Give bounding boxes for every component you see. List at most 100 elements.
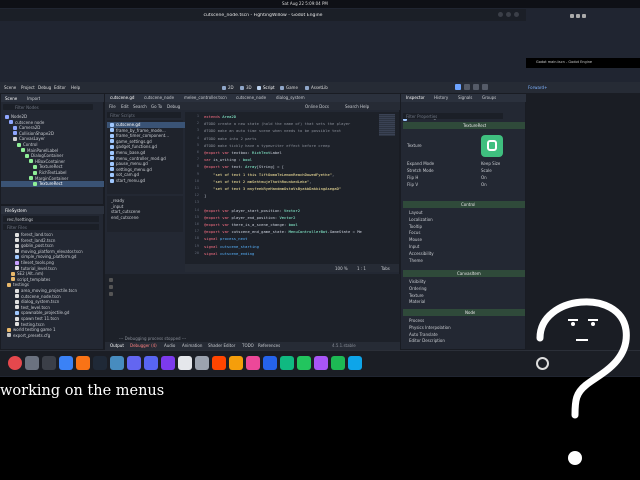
close-button[interactable] bbox=[514, 12, 519, 17]
clear-icon[interactable] bbox=[109, 278, 113, 282]
workspace-script[interactable]: Script bbox=[257, 85, 275, 90]
workspace-3d[interactable]: 3D bbox=[240, 85, 252, 90]
game-icon[interactable] bbox=[297, 356, 311, 370]
code-line[interactable]: @export var player_end_position: Vector2 bbox=[204, 215, 295, 220]
photo-icon[interactable] bbox=[59, 356, 73, 370]
inspector-section[interactable]: Tooltip bbox=[403, 224, 531, 230]
script-tab[interactable]: melee_controller.tscn bbox=[181, 94, 230, 102]
expand-mode-select[interactable]: Keep Size bbox=[481, 161, 500, 166]
files-icon[interactable] bbox=[25, 356, 39, 370]
code-line[interactable]: @export var player_start_position: Vecto… bbox=[204, 208, 300, 213]
code-area[interactable]: 1 extends Area2D 2 #TODO create a new state… bbox=[185, 112, 377, 264]
settings-icon[interactable] bbox=[195, 356, 209, 370]
script-menu-debug[interactable]: Debug bbox=[167, 104, 180, 109]
section-canvas-item[interactable]: CanvasItem bbox=[403, 270, 525, 277]
inspector-section[interactable]: Editor Description bbox=[403, 338, 531, 344]
tab-references[interactable]: References bbox=[255, 342, 283, 350]
code-line[interactable]: "set of text 2 mmSehtmujeThothRounkedLek… bbox=[204, 179, 311, 184]
code-line[interactable]: @export var there_is_a_scene_change: boo… bbox=[204, 222, 298, 227]
copy-icon[interactable] bbox=[109, 285, 113, 289]
inspector-section[interactable]: Input bbox=[403, 244, 531, 250]
script-list-item[interactable]: start_menu.gd bbox=[107, 178, 186, 184]
vivaldi-icon[interactable] bbox=[8, 356, 22, 370]
online-docs-button[interactable]: Online Docs bbox=[305, 104, 329, 109]
tab-signals[interactable]: Signals bbox=[455, 94, 475, 102]
section-texture-rect[interactable]: TextureRect bbox=[403, 122, 525, 129]
inspector-section[interactable]: Localization bbox=[403, 217, 531, 223]
tab-audio[interactable]: Audio bbox=[161, 342, 178, 350]
inspector-section[interactable]: Physics Interpolation bbox=[403, 325, 531, 331]
renderer-select[interactable]: Forward+ bbox=[528, 85, 547, 90]
clock[interactable]: Sat Aug 22 5:09:04 PM bbox=[282, 1, 328, 6]
code-line[interactable]: #TODO create a new state (hold the name … bbox=[204, 121, 350, 126]
code-line[interactable]: signal cutscene_starting bbox=[204, 244, 259, 249]
method-item[interactable]: end_cutscene bbox=[107, 215, 187, 221]
stop-button[interactable] bbox=[473, 84, 479, 90]
code-line[interactable]: var is_writing : bool bbox=[204, 157, 252, 162]
tab-inspector[interactable]: Inspector bbox=[403, 94, 428, 102]
code-line[interactable]: #TODO make tickly have a typewriter effe… bbox=[204, 143, 330, 148]
code-line[interactable]: extends Area2D bbox=[204, 114, 236, 119]
script-tab[interactable]: dialog_system bbox=[273, 94, 308, 102]
code-line[interactable]: #TODO make into 2 parts bbox=[204, 136, 257, 141]
scene-filter-input[interactable]: Filter Nodes bbox=[3, 104, 93, 110]
inspector-filter-input[interactable]: Filter Properties bbox=[403, 113, 503, 119]
obs-icon[interactable] bbox=[161, 356, 175, 370]
search-help-button[interactable]: Search Help bbox=[345, 104, 369, 109]
godot-icon[interactable] bbox=[110, 356, 124, 370]
tray-icons[interactable] bbox=[570, 2, 630, 18]
code-line[interactable]: signal cutscene_ending bbox=[204, 251, 254, 256]
code-line[interactable]: #TODO make an auto time scene when needs… bbox=[204, 128, 341, 133]
menu-debug[interactable]: Debug bbox=[38, 85, 51, 90]
flip-v-checkbox[interactable]: On bbox=[481, 182, 487, 187]
inspector-section[interactable]: Ordering bbox=[403, 286, 531, 292]
filesystem-filter-input[interactable]: Filter Files bbox=[3, 224, 99, 230]
tab-animation[interactable]: Animation bbox=[179, 342, 205, 350]
minimize-button[interactable] bbox=[498, 12, 503, 17]
script-tab-active[interactable]: cutscene.gd bbox=[107, 94, 137, 102]
external-window-title[interactable]: Godot main.tscn - Godot Engine bbox=[536, 60, 592, 65]
script-menu-search[interactable]: Search bbox=[133, 104, 147, 109]
inspector-section[interactable]: Focus bbox=[403, 230, 531, 236]
inspector-section[interactable]: Mouse bbox=[403, 237, 531, 243]
menu-scene[interactable]: Scene bbox=[4, 85, 16, 90]
script-tab[interactable]: cutscene_node bbox=[141, 94, 177, 102]
script-menu-file[interactable]: File bbox=[109, 104, 116, 109]
inspector-section[interactable]: Accessibility bbox=[403, 251, 531, 257]
workspace-assetlib[interactable]: AssetLib bbox=[305, 85, 328, 90]
code-line[interactable]: @export var cutscene_end_game_state: Men… bbox=[204, 229, 362, 234]
pause-button[interactable] bbox=[464, 84, 470, 90]
play-button[interactable] bbox=[455, 84, 461, 90]
code-line[interactable]: signal process_next bbox=[204, 236, 247, 241]
blender-icon[interactable] bbox=[229, 356, 243, 370]
code-line[interactable]: @export var text: Array[String] = [ bbox=[204, 164, 284, 169]
firefox-icon[interactable] bbox=[76, 356, 90, 370]
file-item[interactable]: export_presets.cfg bbox=[1, 333, 111, 339]
inspector-section[interactable]: Material bbox=[403, 299, 531, 305]
filter-icon[interactable] bbox=[109, 292, 113, 296]
script-menu-goto[interactable]: Go To bbox=[151, 104, 162, 109]
discord-icon[interactable] bbox=[144, 356, 158, 370]
code-line[interactable]: "set of text 3 mnyfeekRyeHandmmOstaVsBya… bbox=[204, 186, 341, 191]
inspector-section[interactable]: Process bbox=[403, 318, 531, 324]
chat-icon[interactable] bbox=[314, 356, 328, 370]
script-tab[interactable]: cutscene_node bbox=[233, 94, 269, 102]
mail-icon[interactable] bbox=[178, 356, 192, 370]
flip-h-checkbox[interactable]: On bbox=[481, 175, 487, 180]
godot-icon[interactable] bbox=[481, 135, 503, 157]
code-minimap[interactable] bbox=[377, 112, 399, 264]
indent-mode[interactable]: Tabs bbox=[381, 266, 390, 271]
tab-groups[interactable]: Groups bbox=[479, 94, 499, 102]
inspector-section[interactable]: Texture bbox=[403, 293, 531, 299]
script-filter-input[interactable]: Filter Scripts bbox=[107, 112, 181, 118]
store-icon[interactable] bbox=[280, 356, 294, 370]
spotify-icon[interactable] bbox=[331, 356, 345, 370]
inspector-section[interactable]: Auto Translate bbox=[403, 332, 531, 338]
zoom-level[interactable]: 100 % bbox=[335, 266, 348, 271]
filesystem-path-input[interactable]: res://settings bbox=[3, 216, 99, 222]
menu-help[interactable]: Help bbox=[71, 85, 80, 90]
workspace-game[interactable]: Game bbox=[280, 85, 298, 90]
steam-icon[interactable] bbox=[93, 356, 107, 370]
code-line[interactable]: @export var textbox: RichTextLabel bbox=[204, 150, 282, 155]
workspace-2d[interactable]: 2D bbox=[222, 85, 234, 90]
